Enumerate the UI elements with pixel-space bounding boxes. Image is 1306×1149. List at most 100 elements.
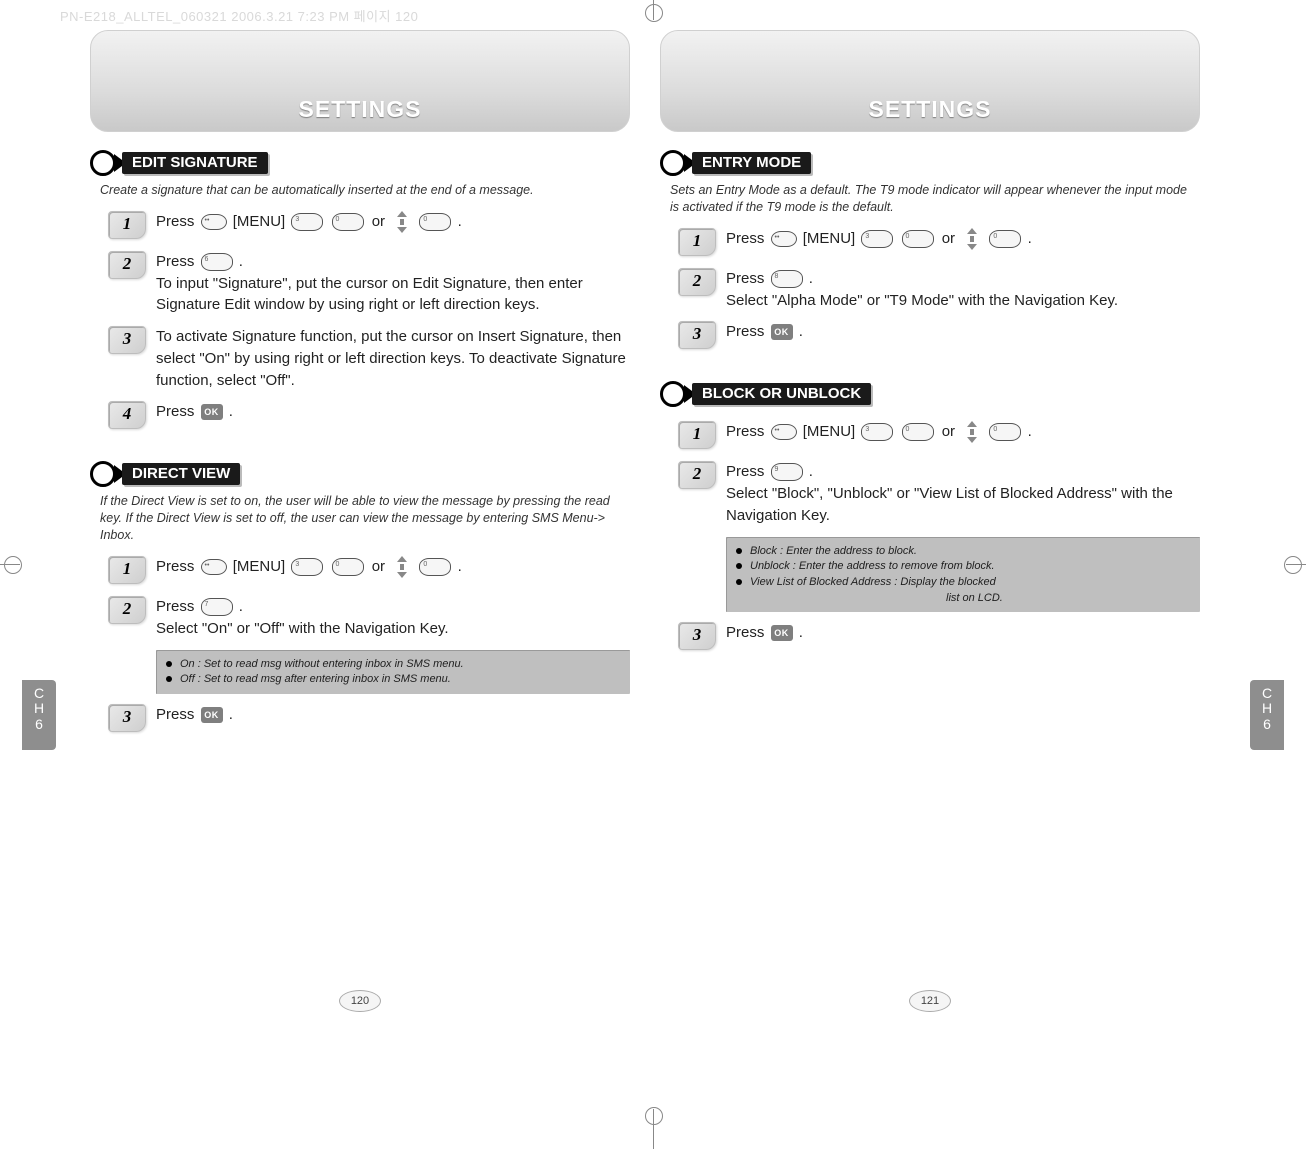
chapter-tab-text: H — [1250, 701, 1284, 716]
chapter-tab-right: C H 6 — [1250, 680, 1284, 750]
ok-key-icon: OK — [771, 625, 793, 641]
step-text: . — [1028, 423, 1032, 440]
step-number: 1 — [108, 556, 146, 584]
info-item: View List of Blocked Address : Display t… — [736, 575, 1190, 590]
step: 1 Press •• [MENU] 3 0 or 0 . — [108, 556, 630, 586]
page-right: SETTINGS ENTRY MODE Sets an Entry Mode a… — [660, 30, 1200, 1030]
step-number: 3 — [678, 321, 716, 349]
section-heading: ENTRY MODE — [660, 150, 1200, 176]
page-left: SETTINGS EDIT SIGNATURE Create a signatu… — [90, 30, 630, 1030]
key-0-icon: 0 — [989, 230, 1021, 248]
step-body: Press •• [MENU] 3 0 or 0 . — [156, 556, 630, 578]
step-text: . — [458, 558, 462, 575]
softkey-icon: •• — [771, 424, 797, 440]
step-text: . — [229, 706, 233, 723]
bullet-icon — [660, 381, 686, 407]
softkey-icon: •• — [771, 231, 797, 247]
key-3-icon: 3 — [861, 230, 893, 248]
ok-key-icon: OK — [201, 707, 223, 723]
info-item: Unblock : Enter the address to remove fr… — [736, 559, 1190, 574]
step-body: Press 6 . To input "Signature", put the … — [156, 251, 630, 316]
step-body: Press OK . — [156, 704, 630, 726]
step: 2 Press 6 . To input "Signature", put th… — [108, 251, 630, 316]
step-extra: Select "On" or "Off" with the Navigation… — [156, 618, 630, 640]
step-body: Press •• [MENU] 3 0 or 0 . — [156, 211, 630, 233]
chapter-tab-text: 6 — [1250, 717, 1284, 732]
bullet-icon — [90, 150, 116, 176]
step-text: or — [942, 230, 960, 247]
step-number: 3 — [108, 704, 146, 732]
step-text: Press — [156, 253, 199, 270]
step: 2 Press 7 . Select "On" or "Off" with th… — [108, 596, 630, 640]
step-text: . — [1028, 230, 1032, 247]
key-0-icon: 0 — [989, 423, 1021, 441]
step: 4 Press OK . — [108, 401, 630, 431]
softkey-icon: •• — [201, 559, 227, 575]
step-text: Press — [156, 706, 199, 723]
section-desc: If the Direct View is set to on, the use… — [100, 493, 620, 544]
step: 2 Press 9 . Select "Block", "Unblock" or… — [678, 461, 1200, 526]
step-text: [MENU] — [233, 213, 290, 230]
step-text: Press — [156, 558, 199, 575]
key-6-icon: 6 — [201, 253, 233, 271]
chapter-tab-text: C — [22, 686, 56, 701]
info-box: On : Set to read msg without entering in… — [156, 650, 630, 695]
step-number: 2 — [108, 251, 146, 279]
spread: PN-E218_ALLTEL_060321 2006.3.21 7:23 PM … — [0, 0, 1306, 1129]
step-text: . — [458, 213, 462, 230]
crop-mark — [1284, 556, 1302, 574]
step-text: Press — [726, 230, 769, 247]
ok-key-icon: OK — [771, 324, 793, 340]
page-number: 121 — [909, 990, 951, 1012]
bullet-icon — [660, 150, 686, 176]
crop-mark — [645, 4, 663, 22]
step-text: Press — [156, 213, 199, 230]
step-extra: Select "Alpha Mode" or "T9 Mode" with th… — [726, 290, 1200, 312]
page-number: 120 — [339, 990, 381, 1012]
step-body: Press 9 . Select "Block", "Unblock" or "… — [726, 461, 1200, 526]
step-text: or — [372, 558, 390, 575]
section-desc: Sets an Entry Mode as a default. The T9 … — [670, 182, 1190, 216]
section-title: EDIT SIGNATURE — [122, 152, 268, 174]
step: 3 Press OK . — [108, 704, 630, 734]
step-extra: To activate Signature function, put the … — [156, 326, 630, 391]
step-text: Press — [726, 624, 769, 641]
step-body: Press OK . — [156, 401, 630, 423]
step-text: . — [809, 463, 813, 480]
key-0-icon: 0 — [902, 423, 934, 441]
key-0-icon: 0 — [332, 213, 364, 231]
step-number: 1 — [108, 211, 146, 239]
section-heading: BLOCK OR UNBLOCK — [660, 381, 1200, 407]
nav-key-icon — [393, 556, 411, 578]
step-text: . — [799, 323, 803, 340]
step-body: Press 7 . Select "On" or "Off" with the … — [156, 596, 630, 640]
info-item: On : Set to read msg without entering in… — [166, 657, 620, 672]
step-number: 2 — [678, 268, 716, 296]
step-extra: To input "Signature", put the cursor on … — [156, 273, 630, 317]
step-text: Press — [726, 323, 769, 340]
section-heading: DIRECT VIEW — [90, 461, 630, 487]
step-number: 1 — [678, 228, 716, 256]
step-number: 2 — [108, 596, 146, 624]
key-0-icon: 0 — [332, 558, 364, 576]
bullet-icon — [90, 461, 116, 487]
page-title: SETTINGS — [661, 96, 1199, 123]
step-text: [MENU] — [233, 558, 290, 575]
step-text: Press — [726, 423, 769, 440]
ok-key-icon: OK — [201, 404, 223, 420]
key-0-icon: 0 — [902, 230, 934, 248]
key-8-icon: 8 — [771, 270, 803, 288]
chapter-tab-left: C H 6 — [22, 680, 56, 750]
nav-key-icon — [963, 421, 981, 443]
step-text: . — [239, 598, 243, 615]
step-text: or — [942, 423, 960, 440]
info-item: Off : Set to read msg after entering inb… — [166, 672, 620, 687]
key-3-icon: 3 — [861, 423, 893, 441]
step-text: Press — [726, 463, 769, 480]
section-heading: EDIT SIGNATURE — [90, 150, 630, 176]
step: 2 Press 8 . Select "Alpha Mode" or "T9 M… — [678, 268, 1200, 312]
step-extra: Select "Block", "Unblock" or "View List … — [726, 483, 1200, 527]
chapter-tab-text: C — [1250, 686, 1284, 701]
step-number: 2 — [678, 461, 716, 489]
step-text: Press — [156, 403, 199, 420]
